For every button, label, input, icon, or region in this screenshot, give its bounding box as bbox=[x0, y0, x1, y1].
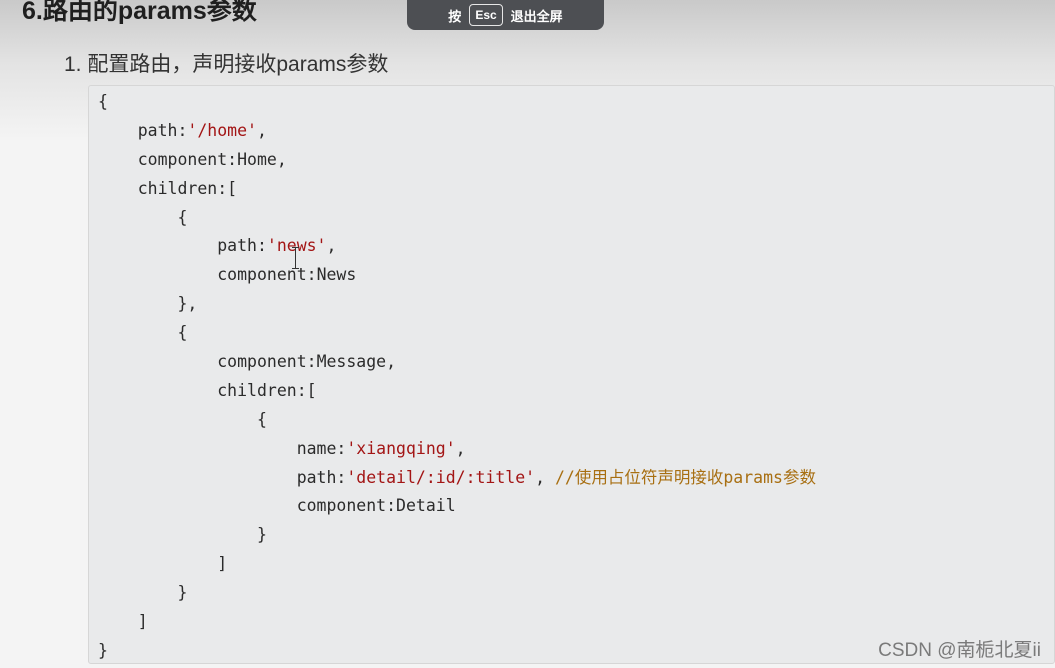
code-key: path: bbox=[137, 120, 188, 140]
code-value: News bbox=[316, 265, 357, 285]
fullscreen-exit-tip: 按 Esc 退出全屏 bbox=[407, 0, 604, 30]
code-value: Detail bbox=[396, 496, 456, 516]
code-value: { bbox=[98, 92, 108, 111]
code-content[interactable]: { path:'/home', component:Home, children… bbox=[98, 88, 816, 666]
code-key: children: bbox=[217, 380, 307, 400]
code-line: { bbox=[98, 88, 816, 117]
code-line: { bbox=[98, 319, 816, 348]
code-line: component:Detail bbox=[98, 492, 816, 521]
code-value: ] bbox=[137, 612, 148, 632]
code-value: Message bbox=[316, 352, 387, 372]
code-punct: , bbox=[386, 352, 397, 372]
code-key: path: bbox=[296, 467, 347, 487]
code-line: name:'xiangqing', bbox=[98, 435, 816, 464]
code-string: 'detail/:id/:title' bbox=[346, 467, 536, 487]
code-string: 'xiangqing' bbox=[346, 438, 456, 458]
code-key: component: bbox=[217, 265, 317, 285]
code-value: { bbox=[177, 207, 188, 227]
code-key: children: bbox=[137, 178, 228, 198]
code-line: component:News bbox=[98, 261, 816, 290]
code-line: } bbox=[98, 579, 816, 608]
code-value: } bbox=[98, 640, 108, 660]
code-punct: , bbox=[326, 236, 337, 256]
tip-suffix: 退出全屏 bbox=[510, 8, 563, 24]
code-line: ] bbox=[98, 608, 816, 637]
text-cursor-icon bbox=[292, 247, 299, 269]
code-value: [ bbox=[227, 178, 238, 198]
code-line: } bbox=[98, 637, 816, 666]
code-line: path:'detail/:id/:title', //使用占位符声明接收par… bbox=[98, 464, 816, 493]
code-line: component:Message, bbox=[98, 348, 816, 377]
code-line: path:'news', bbox=[98, 232, 816, 261]
code-string: '/home' bbox=[187, 120, 257, 140]
code-line: ] bbox=[98, 550, 816, 579]
code-line: component:Home, bbox=[98, 146, 816, 175]
code-line: children:[ bbox=[98, 175, 816, 204]
code-punct: , bbox=[256, 120, 267, 140]
code-value: { bbox=[256, 409, 267, 429]
code-key: path: bbox=[217, 236, 267, 256]
watermark: CSDN @南栀北夏ii bbox=[878, 640, 1041, 661]
code-line: } bbox=[98, 521, 816, 550]
code-key: name: bbox=[296, 438, 347, 458]
code-line: { bbox=[98, 204, 816, 233]
code-value: }, bbox=[177, 294, 198, 314]
code-comment: //使用占位符声明接收params参数 bbox=[554, 467, 816, 487]
code-value: ] bbox=[217, 554, 228, 574]
code-line: }, bbox=[98, 290, 816, 319]
code-value: [ bbox=[306, 380, 317, 400]
code-key: component: bbox=[137, 149, 238, 169]
code-value: Home bbox=[237, 149, 277, 169]
code-punct: , bbox=[535, 467, 555, 487]
esc-key-badge: Esc bbox=[469, 4, 503, 26]
code-line: children:[ bbox=[98, 377, 816, 406]
tip-prefix: 按 bbox=[448, 8, 462, 24]
step-number: 1. bbox=[64, 53, 82, 76]
code-key: component: bbox=[217, 352, 317, 372]
code-line: path:'/home', bbox=[98, 117, 816, 146]
code-line: { bbox=[98, 406, 816, 435]
step-text: 配置路由，声明接收params参数 bbox=[87, 53, 389, 76]
code-punct: , bbox=[276, 149, 287, 169]
step-item: 1. 配置路由，声明接收params参数 bbox=[64, 51, 388, 79]
code-punct: , bbox=[455, 438, 466, 458]
section-heading: 6.路由的params参数 bbox=[22, 0, 257, 25]
code-key: component: bbox=[296, 496, 397, 516]
code-value: { bbox=[177, 323, 188, 343]
code-value: } bbox=[177, 583, 188, 603]
code-value: } bbox=[256, 525, 267, 545]
